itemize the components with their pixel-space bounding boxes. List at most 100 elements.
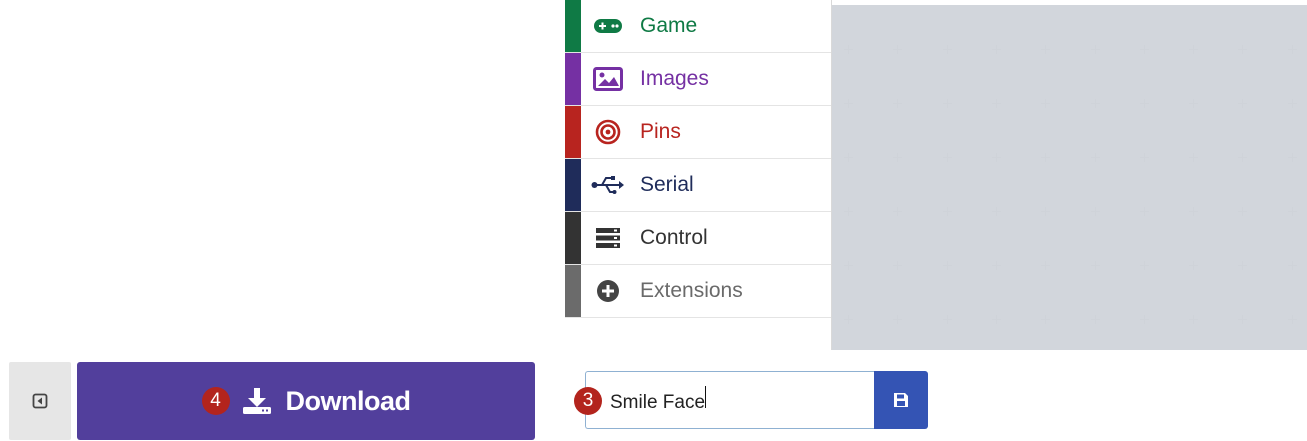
- grid-cross: [893, 207, 903, 216]
- grid-cross: [1139, 207, 1149, 216]
- grid-cross: [1189, 153, 1199, 162]
- grid-cross: [844, 45, 853, 54]
- download-icon: [242, 387, 272, 415]
- grid-cross: [942, 315, 952, 324]
- category-stripe: [565, 212, 581, 264]
- grid-cross: [1287, 99, 1297, 108]
- grid-cross: [1287, 207, 1297, 216]
- server-icon: [591, 225, 625, 251]
- grid-cross: [1189, 207, 1199, 216]
- collapse-simulator-button[interactable]: [9, 362, 71, 440]
- collapse-icon: [32, 393, 48, 409]
- grid-cross: [1238, 153, 1248, 162]
- grid-cross: [942, 99, 952, 108]
- grid-cross: [844, 315, 853, 324]
- download-button[interactable]: 4 Download: [77, 362, 535, 440]
- grid-cross: [1090, 45, 1100, 54]
- category-images[interactable]: Images: [565, 53, 831, 106]
- grid-cross: [991, 99, 1001, 108]
- category-control[interactable]: Control: [565, 212, 831, 265]
- grid-cross: [1139, 261, 1149, 270]
- category-stripe: [565, 265, 581, 317]
- target-icon: [591, 119, 625, 145]
- category-pins[interactable]: Pins: [565, 106, 831, 159]
- category-label: Control: [640, 226, 708, 249]
- grid-cross: [1090, 207, 1100, 216]
- grid-cross: [1041, 261, 1051, 270]
- grid-cross: [893, 315, 903, 324]
- grid-cross: [1287, 153, 1297, 162]
- category-label: Serial: [640, 173, 694, 196]
- save-icon: [894, 393, 908, 407]
- grid-cross: [991, 153, 1001, 162]
- image-icon: [591, 66, 625, 92]
- grid-cross: [844, 99, 853, 108]
- grid-cross: [844, 207, 853, 216]
- grid-cross: [893, 261, 903, 270]
- grid-cross: [844, 261, 853, 270]
- grid-cross: [1139, 99, 1149, 108]
- grid-cross: [1139, 315, 1149, 324]
- grid-cross: [893, 45, 903, 54]
- grid-cross: [991, 315, 1001, 324]
- grid-cross: [1238, 99, 1248, 108]
- toolbox: Game Images Pins Serial Control Extensio…: [565, 0, 832, 350]
- grid-cross: [1189, 99, 1199, 108]
- grid-cross: [1090, 261, 1100, 270]
- grid-cross: [893, 99, 903, 108]
- step-badge: 3: [574, 387, 602, 415]
- category-extensions[interactable]: Extensions: [565, 265, 831, 318]
- category-stripe: [565, 53, 581, 105]
- grid-cross: [1090, 99, 1100, 108]
- category-label: Images: [640, 67, 709, 90]
- grid-cross: [942, 261, 952, 270]
- text-caret: [705, 386, 707, 408]
- grid-cross: [1139, 45, 1149, 54]
- grid-cross: [1238, 207, 1248, 216]
- download-label: Download: [285, 385, 412, 416]
- grid-cross: [893, 153, 903, 162]
- category-stripe: [565, 0, 581, 52]
- grid-cross: [1287, 315, 1297, 324]
- grid-cross: [991, 207, 1001, 216]
- grid-cross: [1238, 315, 1248, 324]
- project-name-field[interactable]: 3 Smile Face: [574, 371, 874, 429]
- usb-icon: [591, 172, 625, 198]
- grid-cross: [1041, 315, 1051, 324]
- grid-cross: [942, 153, 952, 162]
- grid-cross: [1287, 45, 1297, 54]
- category-label: Game: [640, 14, 698, 37]
- grid-cross: [1041, 99, 1051, 108]
- grid-cross: [991, 45, 1001, 54]
- grid-cross: [942, 207, 952, 216]
- save-button[interactable]: [874, 371, 928, 429]
- category-label: Pins: [640, 120, 681, 143]
- grid-cross: [1189, 315, 1199, 324]
- workspace-grid: [832, 5, 1307, 350]
- grid-cross: [1041, 45, 1051, 54]
- grid-cross: [1189, 45, 1199, 54]
- grid-cross: [1287, 261, 1297, 270]
- grid-cross: [844, 153, 853, 162]
- category-label: Extensions: [640, 279, 743, 302]
- grid-cross: [1041, 207, 1051, 216]
- grid-cross: [1041, 153, 1051, 162]
- category-stripe: [565, 159, 581, 211]
- project-name-value: Smile Face: [610, 392, 706, 413]
- grid-cross: [1189, 261, 1199, 270]
- project-name-input[interactable]: Smile Face: [610, 386, 860, 414]
- category-game[interactable]: Game: [565, 0, 831, 53]
- grid-cross: [1090, 315, 1100, 324]
- grid-cross: [1139, 153, 1149, 162]
- grid-cross: [942, 45, 952, 54]
- blocks-workspace[interactable]: [832, 5, 1307, 350]
- category-stripe: [565, 106, 581, 158]
- grid-cross: [1238, 261, 1248, 270]
- grid-cross: [991, 261, 1001, 270]
- plus-circle-icon: [591, 278, 625, 304]
- grid-cross: [1090, 153, 1100, 162]
- grid-cross: [1238, 45, 1248, 54]
- step-badge: 4: [201, 387, 230, 415]
- category-serial[interactable]: Serial: [565, 159, 831, 212]
- gamepad-icon: [591, 13, 625, 39]
